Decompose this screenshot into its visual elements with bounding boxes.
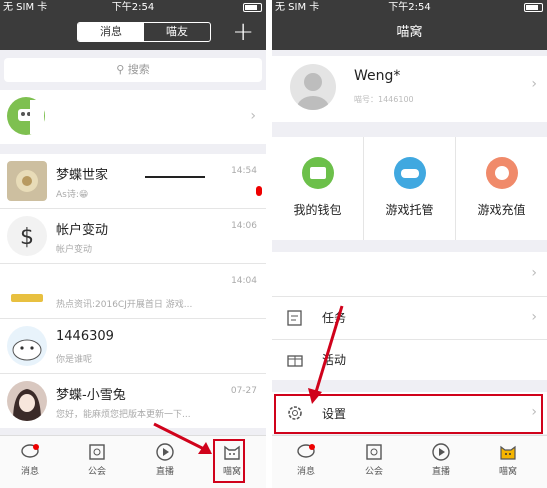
tab-live-nav[interactable]: 直播 — [419, 442, 463, 477]
battery-icon — [524, 0, 543, 16]
conversation-row[interactable]: 热点资讯:2016CJ开展首日 游戏... 14:04 — [0, 264, 266, 318]
pinned-row[interactable]: › — [0, 90, 266, 144]
unread-dot — [256, 186, 262, 196]
conversation-time: 14:04 — [231, 276, 257, 286]
anime-avatar — [7, 381, 47, 421]
status-bar: 无 SIM 卡 下午2:54 — [272, 0, 547, 16]
profile-avatar — [290, 64, 336, 110]
nav-bar: 喵窝 — [272, 16, 547, 50]
feature-grid: 我的钱包 游戏托管 游戏充值 — [272, 137, 547, 240]
cat-icon — [500, 445, 516, 460]
conversation-title: 梦蝶世家 — [56, 168, 109, 183]
grid-item-game-hosting[interactable]: 游戏托管 — [364, 137, 456, 240]
tab-guild-nav[interactable]: 公会 — [75, 442, 119, 477]
gamepad-icon — [394, 157, 426, 189]
chevron-right-icon: › — [531, 76, 537, 92]
svg-text:$: $ — [20, 225, 34, 250]
arrow-annotation — [308, 305, 344, 404]
clock: 下午2:54 — [388, 2, 431, 13]
arrow-annotation — [153, 422, 212, 454]
conversation-title: 帐户变动 — [56, 223, 109, 238]
conversation-row[interactable]: 梦蝶-小雪兔 您好，能麻烦您把版本更新一下... 07-27 — [0, 374, 266, 428]
tab-label: 消息 — [296, 467, 315, 477]
nest-screen: 无 SIM 卡 下午2:54 喵窝 Weng* 喵号：1446100 › 我的钱… — [272, 0, 547, 488]
conversation-avatar — [7, 161, 47, 201]
conversation-preview: 你是谁呢 — [56, 355, 93, 365]
tab-label: 消息 — [20, 467, 39, 477]
recharge-icon — [486, 157, 518, 189]
guild-icon — [89, 444, 105, 460]
menu-item-blank[interactable]: › — [272, 252, 547, 296]
chevron-right-icon: › — [531, 309, 537, 325]
tab-label: 喵窝 — [498, 467, 517, 477]
conversation-time: 14:54 — [231, 166, 257, 176]
conversation-time: 14:06 — [231, 221, 257, 231]
play-icon — [432, 443, 450, 461]
grid-item-wallet[interactable]: 我的钱包 — [272, 137, 364, 240]
grid-label: 我的钱包 — [293, 203, 342, 217]
conversation-row[interactable]: $ 帐户变动 帐户变动 14:06 — [0, 209, 266, 263]
tab-messages[interactable]: 消息 — [78, 23, 144, 41]
wallet-icon — [302, 157, 334, 189]
conversation-time: 07-27 — [230, 386, 257, 396]
grid-label: 游戏充值 — [477, 203, 526, 217]
conversation-preview: As诗:😁 — [56, 190, 89, 200]
tab-label: 公会 — [364, 467, 383, 477]
tab-messages-nav[interactable]: 消息 — [8, 442, 52, 477]
tab-guild-nav[interactable]: 公会 — [352, 442, 396, 477]
tab-label: 直播 — [155, 467, 174, 477]
search-icon: ⚲ — [116, 63, 128, 76]
tab-friends[interactable]: 喵友 — [144, 23, 210, 41]
guild-icon — [366, 444, 382, 460]
tab-label: 直播 — [431, 467, 450, 477]
chat-icon — [21, 444, 39, 458]
page-title: 喵窝 — [396, 25, 423, 40]
conversation-preview: 帐户变动 — [56, 245, 93, 255]
tab-bar: 消息 公会 直播 喵窝 — [272, 435, 547, 488]
conversation-preview: 您好，能麻烦您把版本更新一下... — [56, 410, 191, 420]
conversation-preview: 热点资讯:2016CJ开展首日 游戏... — [56, 300, 193, 310]
profile-name: Weng* — [354, 68, 401, 84]
dollar-icon: $ — [7, 216, 47, 256]
search-input[interactable]: ⚲ 搜索 — [4, 58, 262, 82]
conversation-title: 梦蝶-小雪兔 — [56, 388, 126, 403]
segment-control: 消息 喵友 — [77, 22, 211, 42]
tab-label: 公会 — [87, 467, 106, 477]
tab-nest-nav[interactable]: 喵窝 — [486, 442, 530, 477]
messages-screen: 无 SIM 卡 下午2:54 消息 喵友 + ⚲ 搜索 › 梦蝶世家 As诗:😁… — [0, 0, 266, 488]
news-avatar — [7, 290, 47, 304]
nav-bar: 消息 喵友 + — [0, 16, 266, 50]
profile-id: 喵号：1446100 — [354, 95, 414, 104]
tab-messages-nav[interactable]: 消息 — [284, 442, 328, 477]
chat-icon — [297, 444, 315, 458]
grid-item-game-recharge[interactable]: 游戏充值 — [456, 137, 547, 240]
profile-row[interactable]: Weng* 喵号：1446100 › — [272, 56, 547, 116]
conversation-row[interactable]: 梦蝶世家 As诗:😁 14:54 — [0, 154, 266, 208]
chevron-right-icon: › — [250, 108, 256, 124]
conversation-title: 1446309 — [56, 329, 114, 344]
conversation-row[interactable]: 1446309 你是谁呢 — [0, 319, 266, 373]
search-placeholder: 搜索 — [127, 63, 150, 76]
grid-label: 游戏托管 — [385, 203, 434, 217]
clock: 下午2:54 — [111, 2, 155, 13]
status-bar: 无 SIM 卡 下午2:54 — [0, 0, 266, 16]
chevron-right-icon: › — [531, 265, 537, 281]
add-icon[interactable]: + — [232, 18, 254, 46]
cat-avatar — [7, 326, 47, 366]
battery-icon — [243, 0, 262, 16]
